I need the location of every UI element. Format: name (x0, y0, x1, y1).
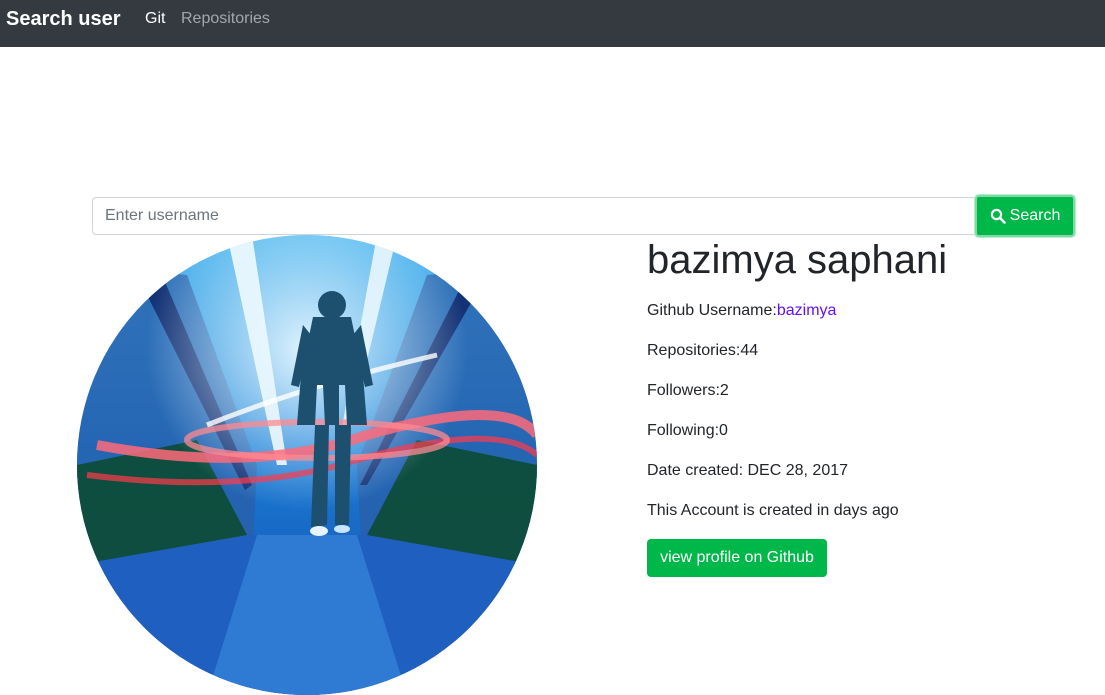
repositories-line: Repositories:44 (647, 341, 758, 361)
date-created-line: Date created: DEC 28, 2017 (647, 461, 848, 481)
followers-line: Followers:2 (647, 381, 729, 401)
search-button-label: Search (1009, 207, 1061, 224)
view-profile-github-button[interactable]: view profile on Github (647, 539, 827, 577)
navbar: Search user Git Repositories (0, 0, 1105, 47)
profile-name: bazimya saphani (647, 238, 948, 282)
avatar (77, 235, 537, 695)
date-created-label: Date created: (647, 462, 748, 479)
github-username-label: Github Username: (647, 302, 777, 319)
followers-label: Followers: (647, 382, 720, 399)
navbar-brand[interactable]: Search user (6, 7, 121, 31)
search-icon (990, 208, 1006, 224)
followers-count: 2 (719, 382, 729, 399)
nav-link-git[interactable]: Git (145, 9, 165, 28)
following-label: Following: (647, 422, 720, 439)
github-username-line: Github Username:bazimya (647, 301, 836, 321)
following-count: 0 (719, 422, 728, 439)
date-created-value: DEC 28, 2017 (747, 462, 849, 479)
github-username-link[interactable]: bazimya (777, 302, 837, 319)
following-line: Following:0 (647, 421, 728, 441)
username-search-input[interactable] (92, 197, 975, 235)
nav-link-repositories[interactable]: Repositories (181, 9, 270, 28)
repositories-count: 44 (740, 342, 759, 359)
search-button[interactable]: Search (975, 195, 1075, 237)
repositories-label: Repositories: (647, 342, 741, 359)
account-age-text: This Account is created in days ago (647, 502, 899, 519)
